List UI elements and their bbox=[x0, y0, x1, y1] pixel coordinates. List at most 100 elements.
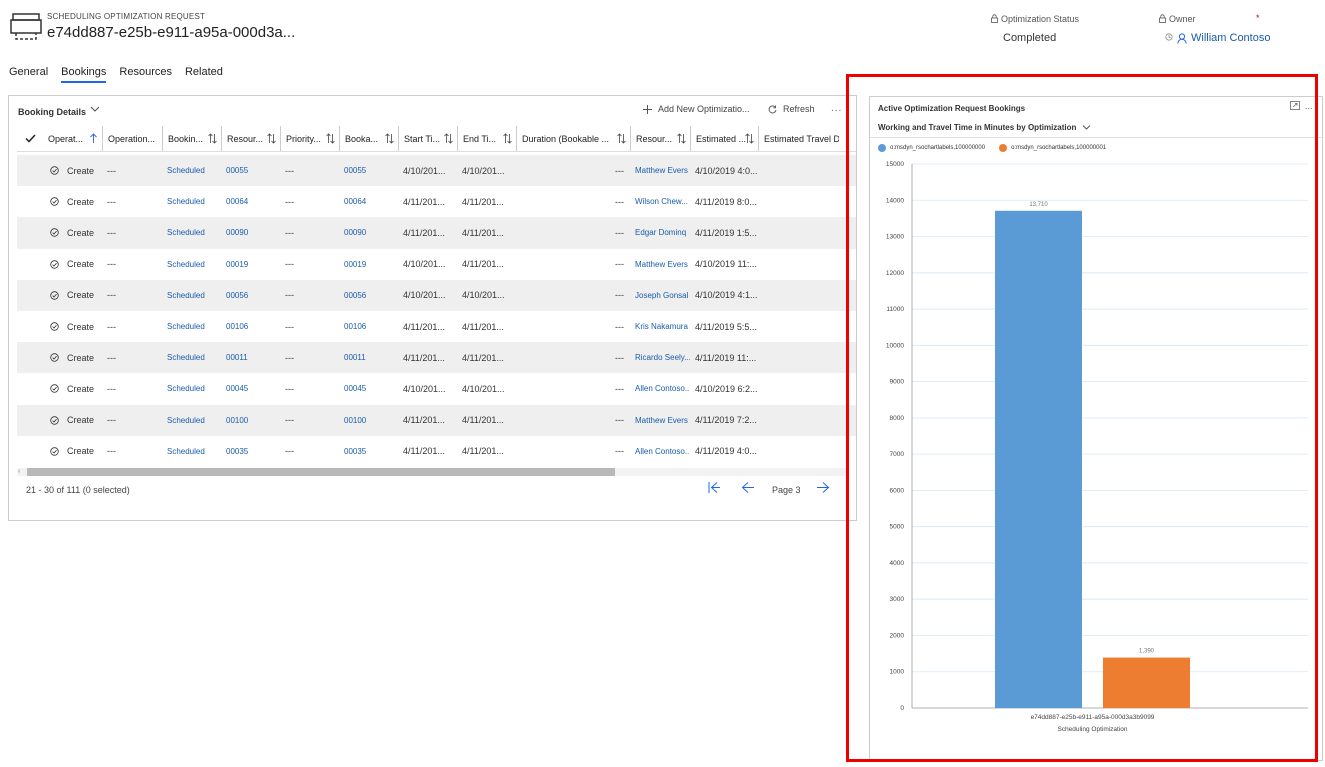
resource-requirement-link[interactable]: 00035 bbox=[221, 447, 280, 456]
refresh-icon bbox=[768, 104, 777, 113]
resource-name-link[interactable]: Wilson Chew... bbox=[630, 197, 690, 206]
entity-type-label: SCHEDULING OPTIMIZATION REQUEST bbox=[47, 12, 206, 21]
tab-bookings[interactable]: Bookings bbox=[61, 66, 107, 83]
booking-status-link[interactable]: Scheduled bbox=[162, 228, 221, 237]
bookable-resource-link[interactable]: 00056 bbox=[339, 291, 398, 300]
col-estimated-arrival[interactable]: Estimated ... bbox=[691, 126, 759, 151]
record-count: 21 - 30 of 111 (0 selected) bbox=[26, 485, 130, 495]
booking-status-link[interactable]: Scheduled bbox=[162, 416, 221, 425]
more-commands-button[interactable]: ... bbox=[831, 103, 842, 114]
bookable-resource-link[interactable]: 00106 bbox=[339, 322, 398, 331]
table-row[interactable]: Create --- Scheduled 00019 --- 00019 4/10/201.… bbox=[17, 249, 856, 280]
col-duration[interactable]: Duration (Bookable ... bbox=[517, 126, 631, 151]
plus-icon bbox=[643, 104, 652, 114]
resource-requirement-link[interactable]: 00100 bbox=[221, 416, 280, 425]
col-end-time[interactable]: End Ti... bbox=[458, 126, 517, 151]
bookable-resource-link[interactable]: 00090 bbox=[339, 228, 398, 237]
bookable-resource-link[interactable]: 00035 bbox=[339, 447, 398, 456]
table-row[interactable]: Create --- Scheduled 00090 --- 00090 4/11/201.… bbox=[17, 217, 856, 249]
operation-cell: Create bbox=[17, 384, 102, 394]
resource-requirement-link[interactable]: 00056 bbox=[221, 291, 280, 300]
resource-name-link[interactable]: Matthew Evers bbox=[630, 260, 690, 269]
scroll-left-icon[interactable]: ‹ bbox=[18, 468, 20, 475]
table-row[interactable]: Create --- Scheduled 00011 --- 00011 4/11/201.… bbox=[17, 342, 856, 374]
priority-cell: --- bbox=[285, 415, 294, 426]
col-start-time[interactable]: Start Ti... bbox=[399, 126, 458, 151]
status-label-text: Optimization Status bbox=[1001, 14, 1080, 24]
end-time-cell: 4/11/201... bbox=[462, 446, 504, 457]
bookable-resource-link[interactable]: 00055 bbox=[339, 166, 398, 175]
resource-requirement-link[interactable]: 00106 bbox=[221, 322, 280, 331]
operation-label: Create bbox=[67, 196, 95, 207]
col-estimated-travel[interactable]: Estimated Travel D bbox=[759, 126, 839, 151]
tab-resources[interactable]: Resources bbox=[119, 66, 172, 83]
end-time-cell: 4/11/201... bbox=[462, 196, 504, 207]
operation-label: Create bbox=[67, 415, 95, 426]
table-row[interactable]: Create --- Scheduled 00100 --- 00100 4/11/201.… bbox=[17, 404, 856, 436]
booking-status-link[interactable]: Scheduled bbox=[162, 166, 221, 175]
tab-related[interactable]: Related bbox=[185, 66, 223, 83]
previous-page-icon[interactable] bbox=[741, 481, 755, 494]
booking-status-link[interactable]: Scheduled bbox=[162, 322, 221, 331]
tab-general[interactable]: General bbox=[9, 66, 48, 83]
column-header-label: Estimated ... bbox=[696, 133, 747, 144]
table-row[interactable]: Create --- Scheduled 00035 --- 00035 4/11/201.… bbox=[17, 436, 856, 467]
end-time-cell: 4/11/201... bbox=[462, 352, 504, 363]
sort-icon bbox=[617, 133, 626, 144]
col-booking-status[interactable]: Bookin... bbox=[163, 126, 222, 151]
col-operation-2[interactable]: Operation... bbox=[103, 126, 163, 151]
resource-requirement-link[interactable]: 00019 bbox=[221, 260, 280, 269]
horizontal-scrollbar[interactable]: ‹ › bbox=[17, 468, 849, 476]
resource-name-link[interactable]: Joseph Gonsal bbox=[630, 291, 690, 300]
resource-name-link[interactable]: Matthew Evers bbox=[630, 166, 690, 175]
next-page-icon[interactable] bbox=[816, 481, 830, 494]
resource-requirement-link[interactable]: 00090 bbox=[221, 228, 280, 237]
refresh-button[interactable]: Refresh bbox=[768, 104, 815, 114]
col-bookable-resource[interactable]: Booka... bbox=[340, 126, 399, 151]
col-operation[interactable]: Operat... bbox=[43, 126, 103, 151]
select-all-checkbox[interactable] bbox=[17, 126, 43, 151]
col-resource-name[interactable]: Resour... bbox=[631, 126, 691, 151]
resource-name-link[interactable]: Ricardo Seely... bbox=[630, 353, 690, 362]
first-page-icon[interactable] bbox=[707, 481, 721, 494]
resource-requirement-link[interactable]: 00011 bbox=[221, 353, 280, 362]
table-row[interactable]: Create --- Scheduled 00064 --- 00064 4/11/201.… bbox=[17, 186, 856, 217]
table-row[interactable]: Create --- Scheduled 00106 --- 00106 4/11/201.… bbox=[17, 311, 856, 342]
bookable-resource-link[interactable]: 00019 bbox=[339, 260, 398, 269]
booking-status-link[interactable]: Scheduled bbox=[162, 447, 221, 456]
resource-requirement-link[interactable]: 00064 bbox=[221, 197, 280, 206]
chevron-down-icon[interactable] bbox=[89, 104, 101, 114]
col-resource[interactable]: Resour... bbox=[222, 126, 281, 151]
col-priority[interactable]: Priority... bbox=[281, 126, 340, 151]
resource-name-link[interactable]: Allen Contoso... bbox=[630, 447, 690, 456]
booking-status-link[interactable]: Scheduled bbox=[162, 260, 221, 269]
resource-name-link[interactable]: Allen Contoso... bbox=[630, 384, 690, 393]
bookable-resource-link[interactable]: 00100 bbox=[339, 416, 398, 425]
add-new-optimization-button[interactable]: Add New Optimizatio... bbox=[643, 104, 750, 114]
resource-requirement-link[interactable]: 00045 bbox=[221, 384, 280, 393]
booking-status-link[interactable]: Scheduled bbox=[162, 291, 221, 300]
resource-name-link[interactable]: Edgar Dominq bbox=[630, 228, 690, 237]
operation-cell: Create bbox=[17, 322, 102, 332]
resource-requirement-link[interactable]: 00055 bbox=[221, 166, 280, 175]
optimization-status-label: Optimization Status bbox=[991, 14, 1079, 24]
bookable-resource-link[interactable]: 00064 bbox=[339, 197, 398, 206]
scrollbar-thumb[interactable] bbox=[27, 468, 615, 476]
resource-name-link[interactable]: Matthew Evers bbox=[630, 416, 690, 425]
owner-link[interactable]: William Contoso bbox=[1191, 32, 1270, 44]
estimated-arrival-cell: 4/11/2019 8:0... bbox=[695, 196, 757, 207]
bookable-resource-link[interactable]: 00011 bbox=[339, 353, 398, 362]
booking-status-link[interactable]: Scheduled bbox=[162, 197, 221, 206]
booking-status-link[interactable]: Scheduled bbox=[162, 384, 221, 393]
resource-name-link[interactable]: Kris Nakamura bbox=[630, 322, 690, 331]
table-row[interactable]: Create --- Scheduled 00045 --- 00045 4/10/201.… bbox=[17, 373, 856, 404]
start-time-cell: 4/11/201... bbox=[403, 196, 445, 207]
table-row[interactable]: Create --- Scheduled 00056 --- 00056 4/10/201.… bbox=[17, 279, 856, 311]
duration-cell: --- bbox=[615, 383, 624, 394]
bookable-resource-link[interactable]: 00045 bbox=[339, 384, 398, 393]
view-title[interactable]: Booking Details bbox=[18, 107, 86, 117]
table-row[interactable]: Create --- Scheduled 00055 --- 00055 4/10/201.… bbox=[17, 155, 856, 187]
booking-status-link[interactable]: Scheduled bbox=[162, 353, 221, 362]
sort-icon bbox=[208, 133, 217, 144]
column-header-label: Resour... bbox=[636, 133, 673, 144]
